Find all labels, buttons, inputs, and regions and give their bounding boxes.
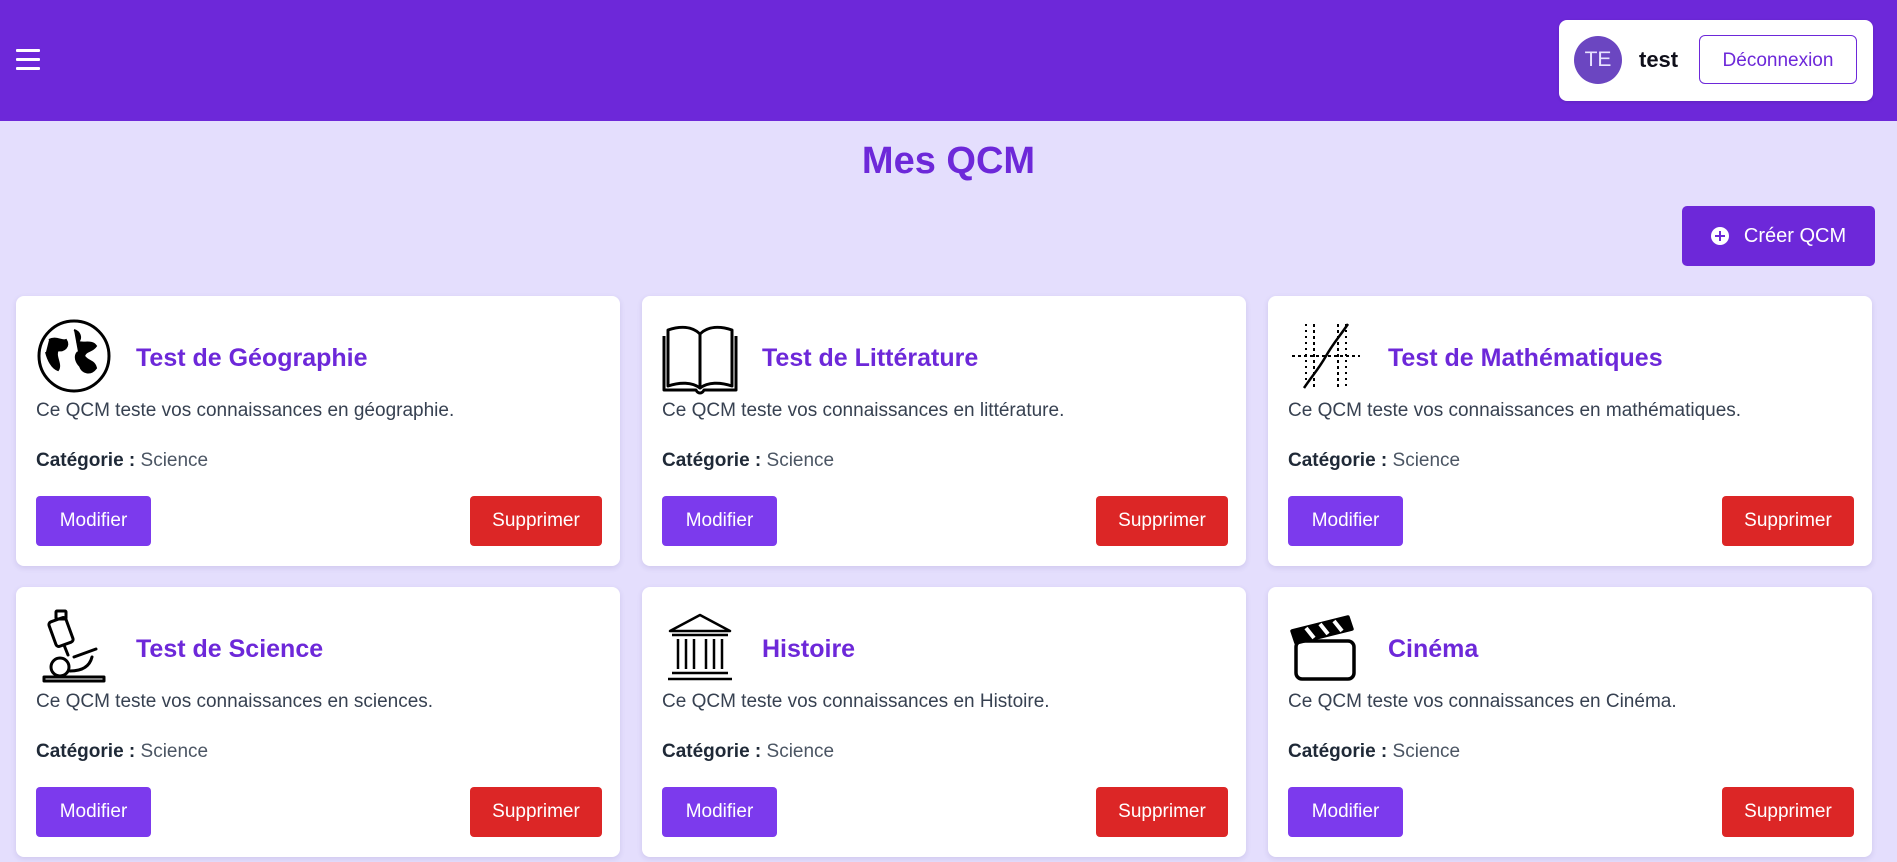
card-description: Ce QCM teste vos connaissances en littér… [662, 400, 1065, 421]
delete-button[interactable]: Supprimer [470, 787, 602, 837]
user-panel: TE test Déconnexion [1559, 20, 1873, 101]
create-qcm-button[interactable]: Créer QCM [1682, 206, 1875, 266]
avatar: TE [1574, 36, 1622, 84]
qcm-card: Test de Géographie Ce QCM teste vos conn… [16, 296, 620, 566]
username: test [1639, 47, 1679, 72]
category-label: Catégorie : [36, 741, 136, 762]
qcm-card: Test de Mathématiques Ce QCM teste vos c… [1268, 296, 1872, 566]
card-title[interactable]: Test de Géographie [136, 344, 368, 373]
card-title[interactable]: Histoire [762, 635, 855, 664]
card-category: Catégorie : Science [662, 450, 834, 472]
category-label: Catégorie : [1288, 450, 1388, 471]
category-value: Science [140, 741, 209, 762]
qcm-card: Cinéma Ce QCM teste vos connaissances en… [1268, 587, 1872, 857]
category-value: Science [766, 450, 835, 471]
edit-button[interactable]: Modifier [36, 787, 151, 837]
card-title[interactable]: Test de Mathématiques [1388, 344, 1663, 373]
card-description: Ce QCM teste vos connaissances en géogra… [36, 400, 455, 421]
category-value: Science [1392, 450, 1461, 471]
museum-icon [660, 607, 740, 687]
hamburger-menu-icon[interactable] [14, 44, 44, 76]
microscope-icon [34, 607, 114, 687]
category-label: Catégorie : [662, 450, 762, 471]
edit-button[interactable]: Modifier [662, 496, 777, 546]
card-category: Catégorie : Science [36, 450, 208, 472]
math-graph-icon [1286, 316, 1366, 396]
logout-button[interactable]: Déconnexion [1699, 35, 1857, 84]
card-category: Catégorie : Science [662, 741, 834, 763]
delete-button[interactable]: Supprimer [1722, 787, 1854, 837]
delete-button[interactable]: Supprimer [1096, 787, 1228, 837]
qcm-card: Test de Littérature Ce QCM teste vos con… [642, 296, 1246, 566]
edit-button[interactable]: Modifier [1288, 496, 1403, 546]
card-description: Ce QCM teste vos connaissances en scienc… [36, 691, 434, 712]
delete-button[interactable]: Supprimer [1096, 496, 1228, 546]
edit-button[interactable]: Modifier [1288, 787, 1403, 837]
card-category: Catégorie : Science [1288, 741, 1460, 763]
page-title: Mes QCM [861, 140, 1036, 182]
globe-icon [34, 316, 114, 396]
card-title[interactable]: Test de Littérature [762, 344, 978, 373]
card-title[interactable]: Cinéma [1388, 635, 1478, 664]
edit-button[interactable]: Modifier [36, 496, 151, 546]
category-value: Science [766, 741, 835, 762]
book-icon [660, 316, 740, 396]
qcm-card: Test de Science Ce QCM teste vos connais… [16, 587, 620, 857]
category-value: Science [140, 450, 209, 471]
delete-button[interactable]: Supprimer [470, 496, 602, 546]
create-qcm-label: Créer QCM [1743, 224, 1847, 247]
category-label: Catégorie : [36, 450, 136, 471]
clapperboard-icon [1286, 607, 1366, 687]
card-category: Catégorie : Science [36, 741, 208, 763]
card-description: Ce QCM teste vos connaissances en Histoi… [662, 691, 1050, 712]
edit-button[interactable]: Modifier [662, 787, 777, 837]
top-bar: TE test Déconnexion [0, 0, 1897, 121]
card-category: Catégorie : Science [1288, 450, 1460, 472]
card-description: Ce QCM teste vos connaissances en Cinéma… [1288, 691, 1677, 712]
card-title[interactable]: Test de Science [136, 635, 323, 664]
qcm-card: Histoire Ce QCM teste vos connaissances … [642, 587, 1246, 857]
category-label: Catégorie : [662, 741, 762, 762]
card-description: Ce QCM teste vos connaissances en mathém… [1288, 400, 1742, 421]
category-value: Science [1392, 741, 1461, 762]
plus-circle-icon [1710, 227, 1729, 245]
delete-button[interactable]: Supprimer [1722, 496, 1854, 546]
category-label: Catégorie : [1288, 741, 1388, 762]
